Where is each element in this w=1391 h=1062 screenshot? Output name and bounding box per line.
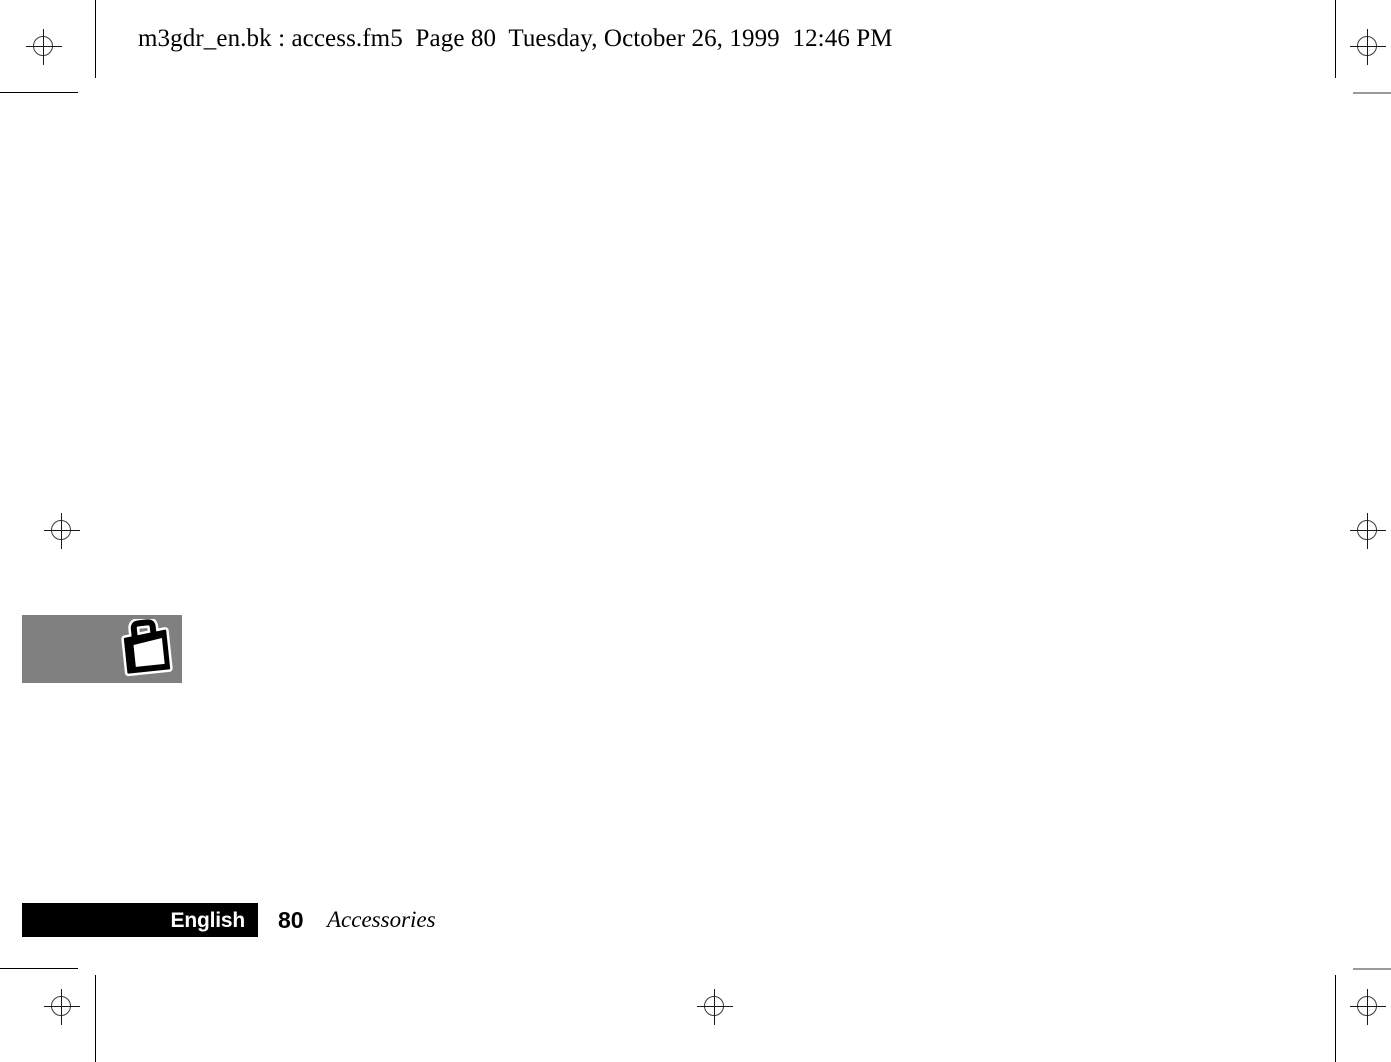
- registration-crosshair-vertical: [43, 29, 44, 65]
- registration-target-mid-right: [1350, 513, 1386, 549]
- trim-line-bottom-right: [1353, 968, 1391, 970]
- trim-line-right-top: [1335, 0, 1336, 78]
- footer-language-bar: English: [22, 903, 258, 937]
- footer-section-title: Accessories: [327, 907, 436, 932]
- registration-crosshair-vertical: [714, 989, 715, 1025]
- registration-target-bottom-center: [697, 989, 733, 1025]
- registration-target-bottom-right: [1350, 989, 1386, 1025]
- registration-crosshair-horizontal: [697, 1006, 733, 1007]
- registration-crosshair-horizontal: [1350, 46, 1386, 47]
- briefcase-icon: [121, 619, 173, 677]
- registration-crosshair-vertical: [1367, 29, 1368, 65]
- registration-crosshair-vertical: [61, 513, 62, 549]
- document-slug-line: m3gdr_en.bk : access.fm5 Page 80 Tuesday…: [138, 25, 893, 52]
- registration-crosshair-horizontal: [1350, 530, 1386, 531]
- trim-line-top-left: [0, 92, 78, 93]
- trim-line-right-bottom: [1335, 975, 1336, 1062]
- page-body-content: [138, 120, 1288, 880]
- trim-line-bottom-left: [0, 968, 78, 969]
- registration-target-top-right: [1350, 29, 1386, 65]
- registration-target-bottom-left: [44, 989, 80, 1025]
- registration-crosshair-vertical: [61, 989, 62, 1025]
- trim-line-left-top: [95, 0, 96, 78]
- registration-crosshair-horizontal: [26, 46, 62, 47]
- page-proof-canvas: m3gdr_en.bk : access.fm5 Page 80 Tuesday…: [0, 0, 1391, 1062]
- registration-crosshair-horizontal: [44, 530, 80, 531]
- registration-crosshair-vertical: [1367, 513, 1368, 549]
- chapter-thumb-tab: [22, 615, 182, 683]
- registration-crosshair-vertical: [1367, 989, 1368, 1025]
- trim-line-top-right: [1353, 92, 1391, 94]
- trim-line-left-bottom: [95, 975, 96, 1062]
- footer-page-number: 80: [278, 907, 304, 933]
- registration-target-mid-left: [44, 513, 80, 549]
- footer-language-label: English: [170, 909, 246, 932]
- registration-target-top-left: [26, 29, 62, 65]
- registration-crosshair-horizontal: [44, 1006, 80, 1007]
- registration-crosshair-horizontal: [1350, 1006, 1386, 1007]
